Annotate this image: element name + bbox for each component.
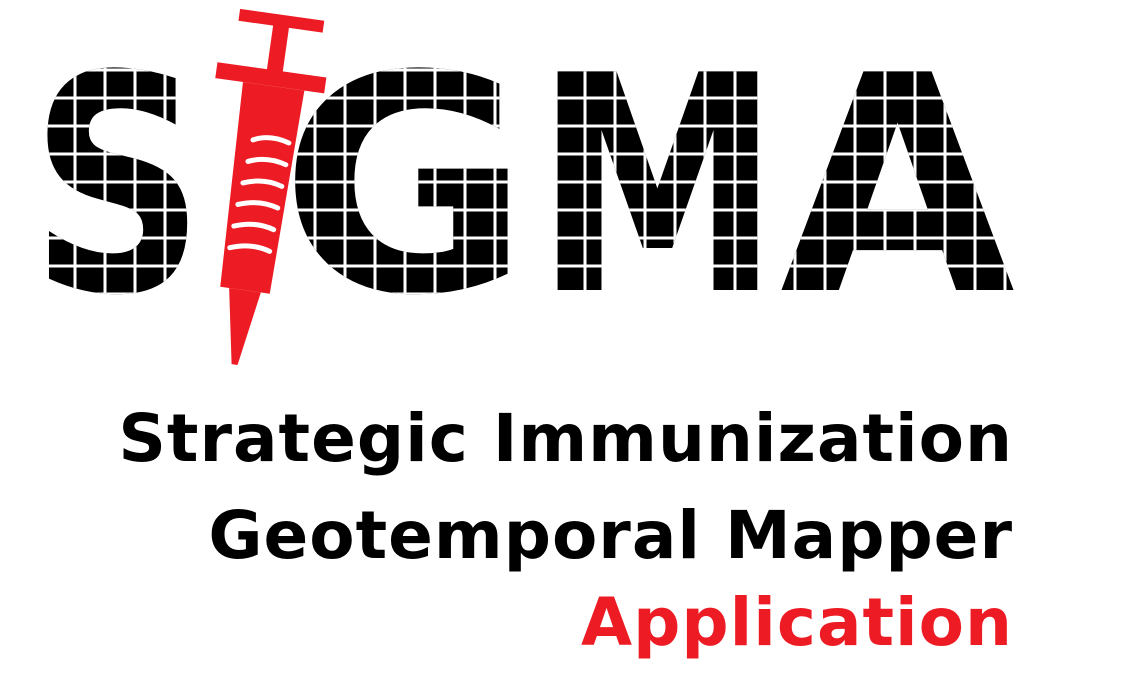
letter-grid-texture (30, 60, 1018, 310)
sigma-wordmark: S G M A S G M A (30, 8, 1018, 365)
tagline-line-3: Application (581, 584, 1013, 661)
sigma-logo: S G M A S G M A (0, 0, 1131, 380)
tagline-line-1: Strategic Immunization (118, 400, 1013, 477)
tagline-line-2: Geotemporal Mapper (208, 497, 1013, 574)
